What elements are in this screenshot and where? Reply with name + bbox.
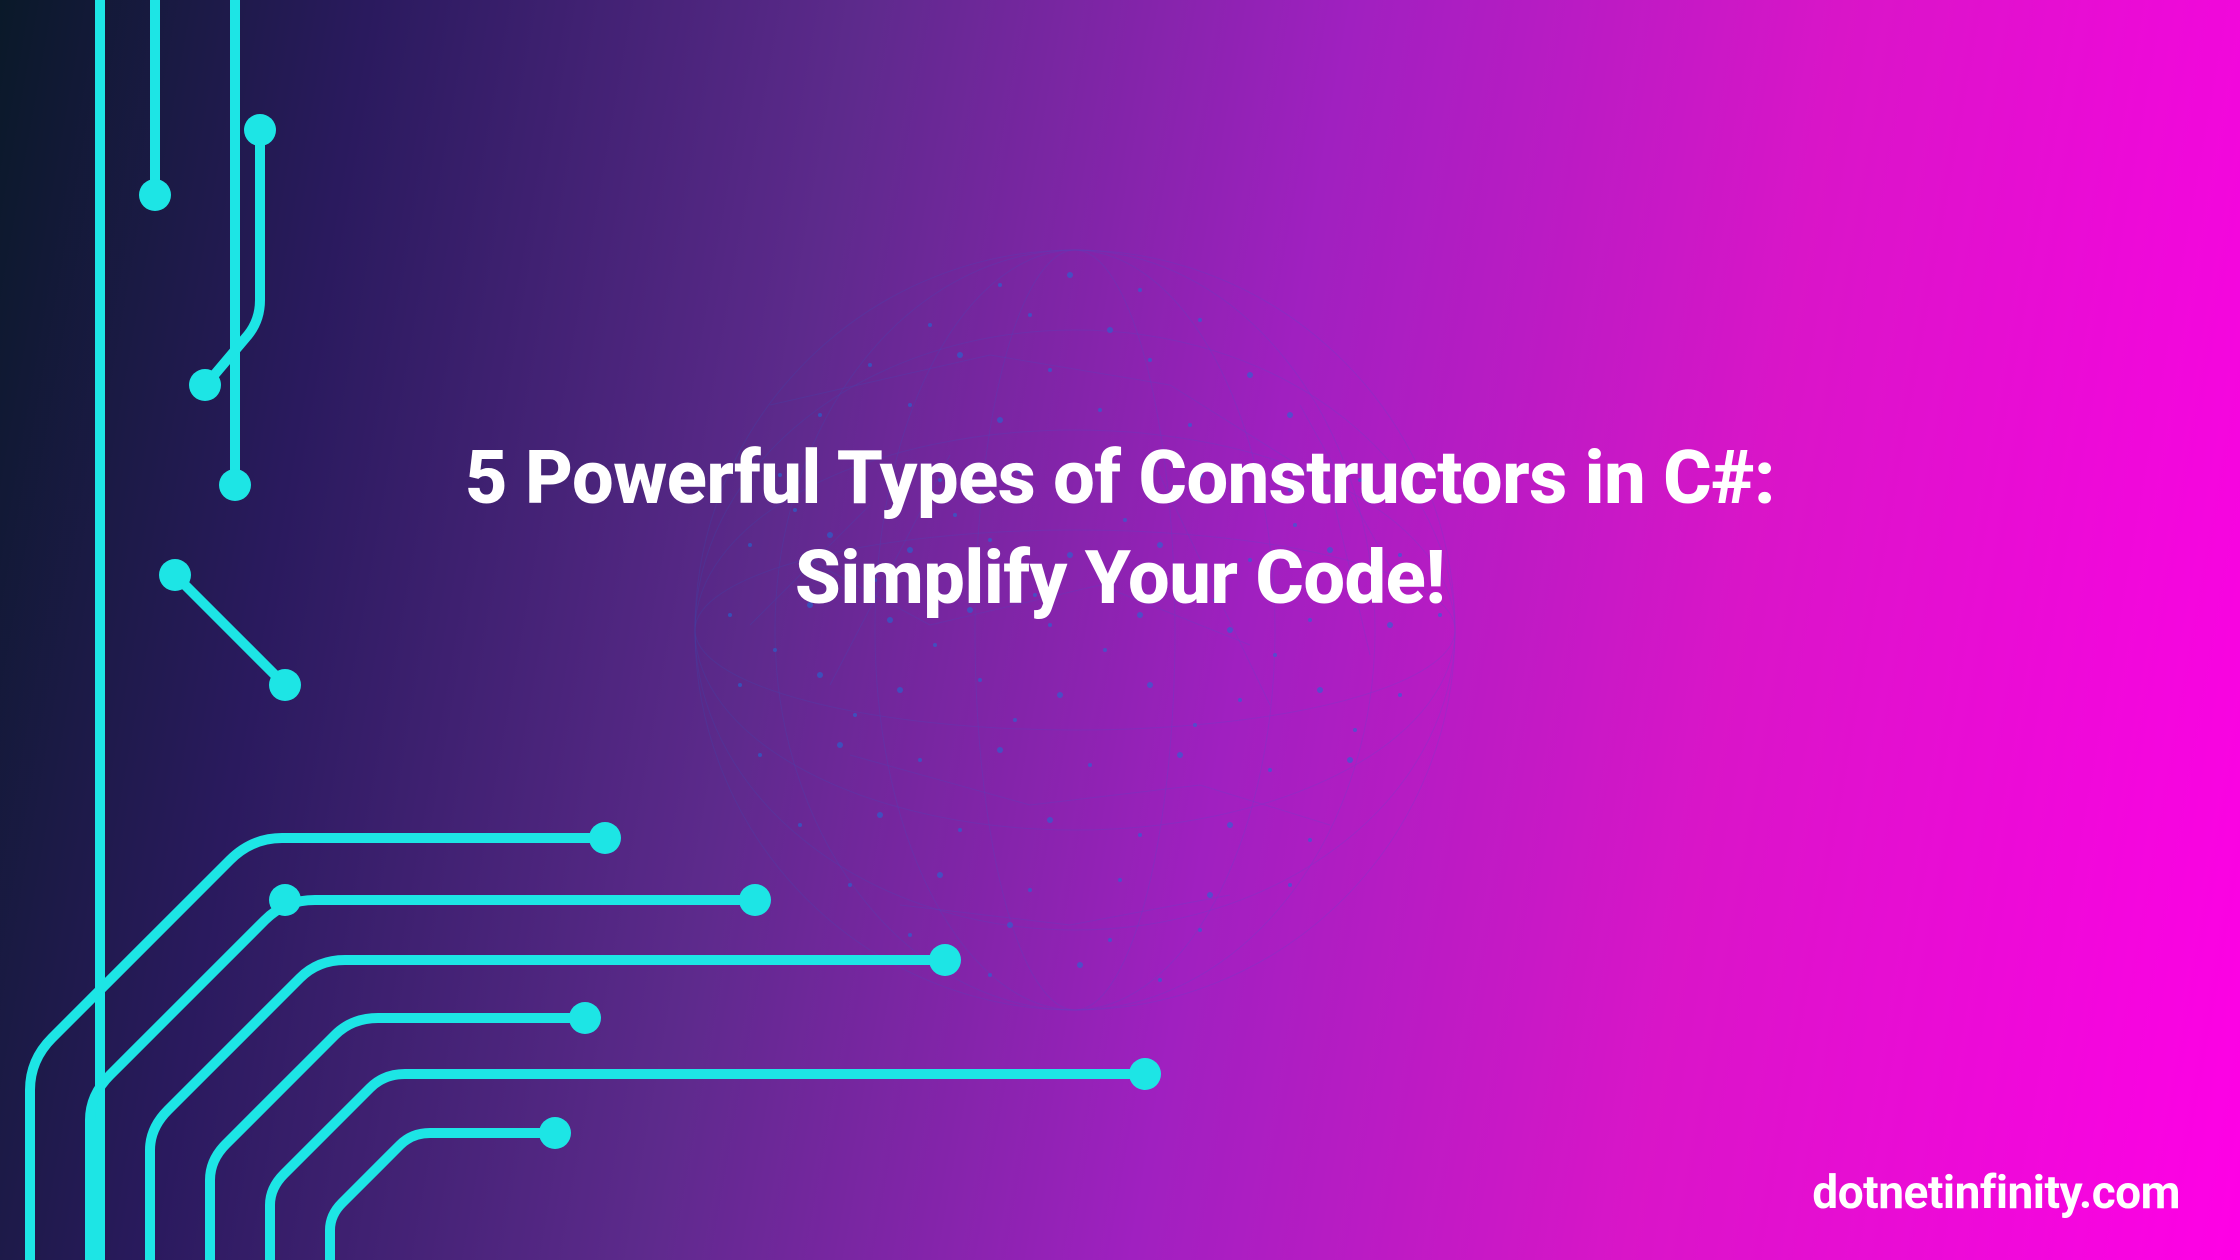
title-line-2: Simplify Your Code! <box>112 529 2128 629</box>
title-container: 5 Powerful Types of Constructors in C#: … <box>112 429 2128 629</box>
circuit-bottom-decoration <box>0 560 1200 1260</box>
watermark: dotnetinfinity.com <box>1812 1166 2180 1220</box>
hero-banner: 5 Powerful Types of Constructors in C#: … <box>0 0 2240 1260</box>
title-line-1: 5 Powerful Types of Constructors in C#: <box>112 429 2128 529</box>
